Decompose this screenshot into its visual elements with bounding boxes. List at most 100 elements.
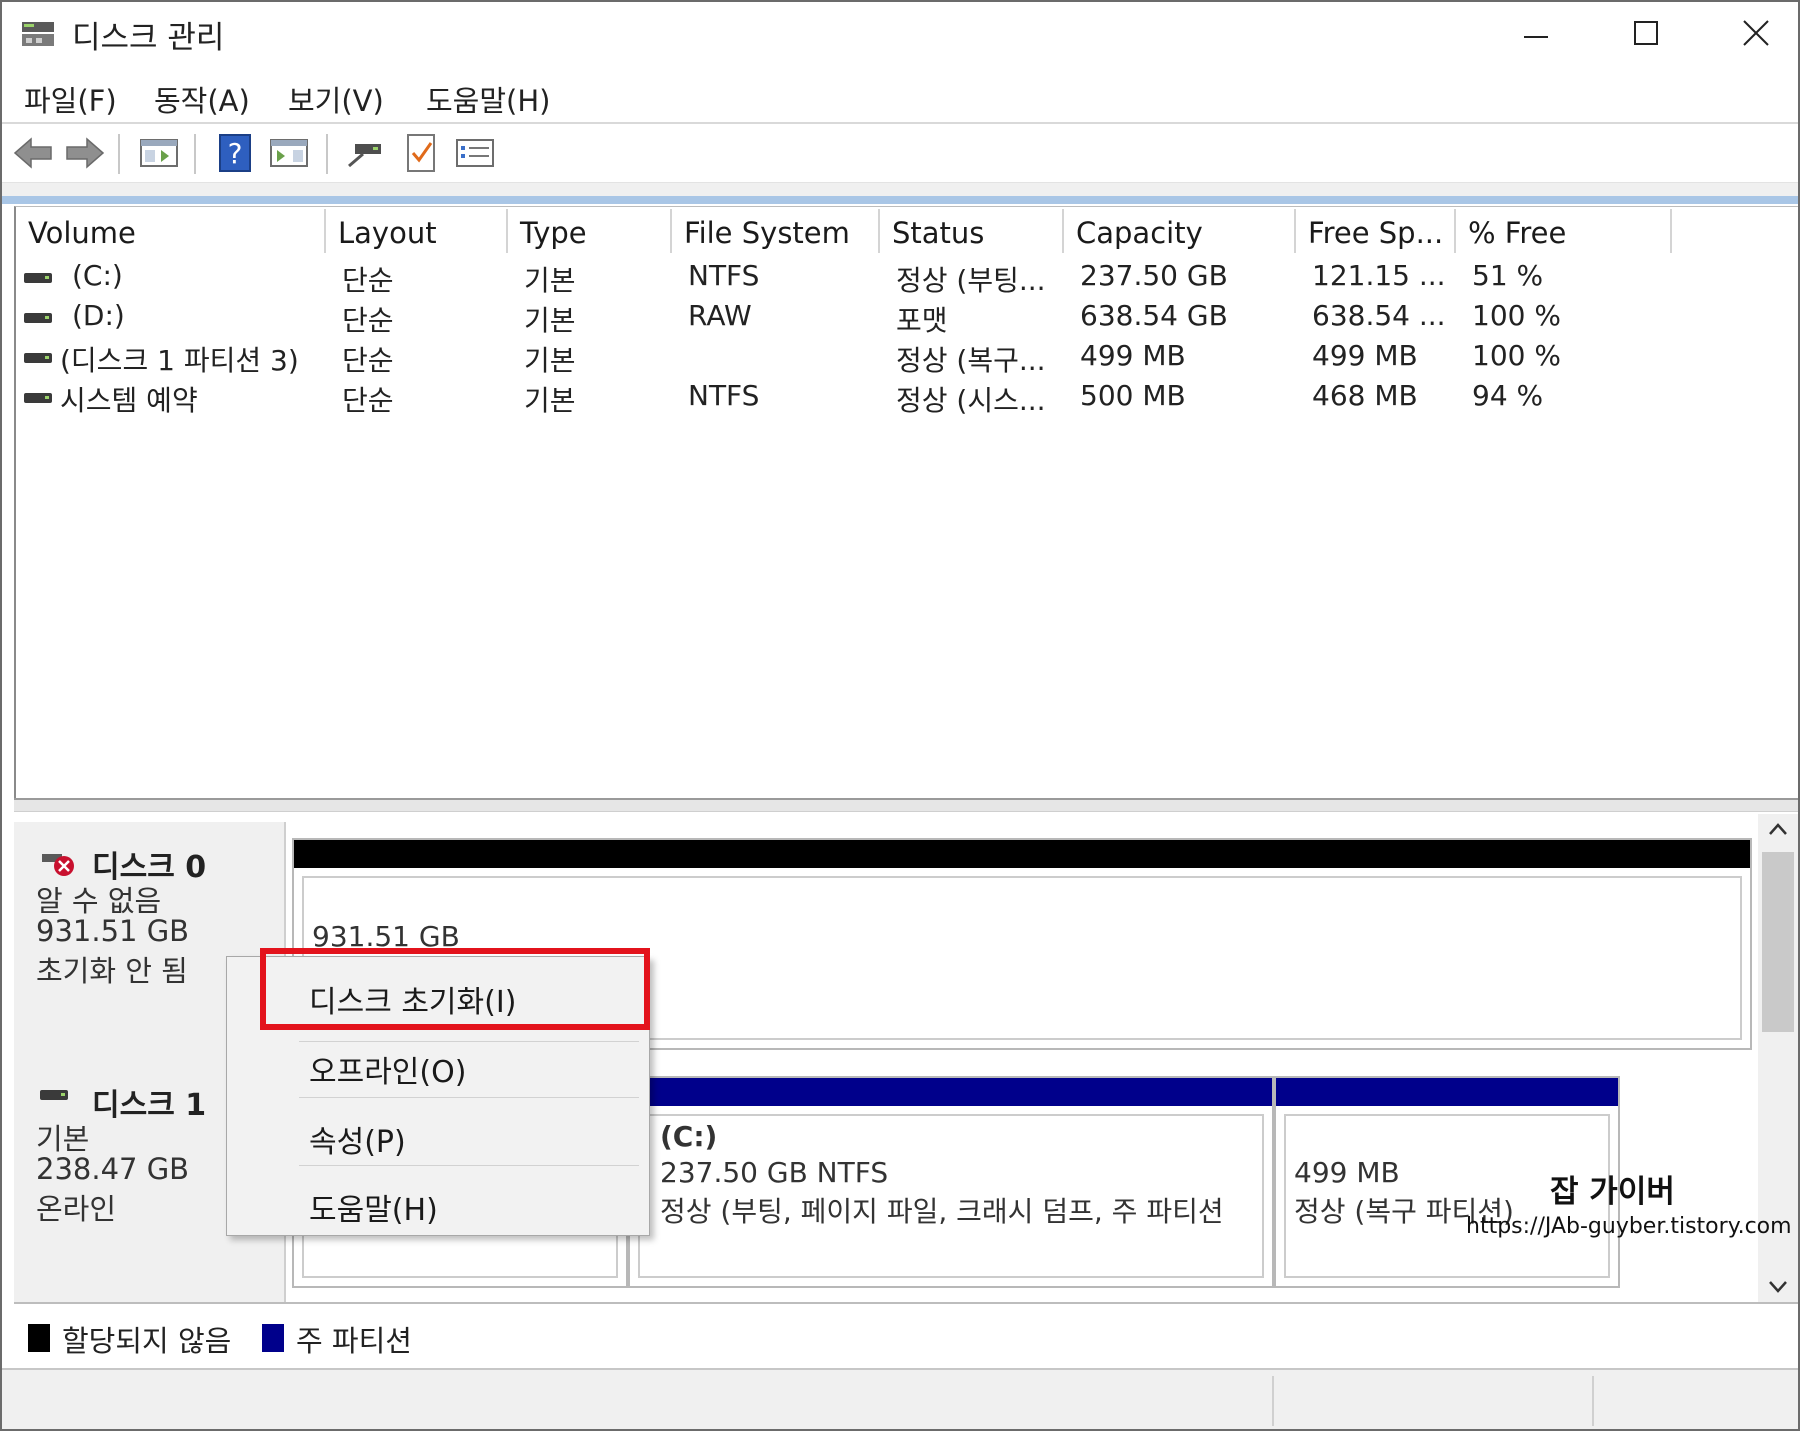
cell-volume: (디스크 1 파티션 3) [60,344,299,377]
disk-management-icon [22,22,54,46]
window-title: 디스크 관리 [72,20,225,56]
column-header-status[interactable]: Status [880,209,1064,253]
menu-item-offline[interactable]: 오프라인(O) [309,1047,466,1091]
menu-action[interactable]: 동작(A) [150,76,254,122]
toolbar-separator [118,134,120,174]
unallocated-swatch [28,1324,50,1352]
menu-bar: 파일(F) 동작(A) 보기(V) 도움말(H) [2,68,1798,122]
minimize-icon [1524,36,1548,38]
cell-layout: 단순 [342,304,394,337]
cell-file-system: NTFS [688,259,760,292]
menu-item-properties[interactable]: 속성(P) [309,1117,406,1161]
maximize-icon [1634,21,1658,45]
checklist-button[interactable] [398,130,444,176]
column-header-layout[interactable]: Layout [326,209,508,253]
primary-partition-swatch [262,1324,284,1352]
disk-1-c-partition[interactable]: (C:) 237.50 GB NTFS 정상 (부팅, 페이지 파일, 크래시 … [628,1076,1274,1288]
primary-partition-bar [1276,1078,1618,1106]
partition-c-name: (C:) [660,1120,718,1153]
table-row[interactable]: (디스크 1 파티션 3) 단순 기본 정상 (복구... 499 MB 499… [16,337,1798,377]
scroll-up-icon[interactable] [1768,822,1788,836]
disk-1-state: 온라인 [36,1192,117,1226]
drive-icon [40,1090,68,1100]
scroll-down-icon[interactable] [1768,1280,1788,1294]
forward-button[interactable] [62,130,108,176]
disk-0-state: 초기화 안 됨 [36,954,188,988]
disk-error-icon [42,854,74,876]
cell-volume: (D:) [72,299,125,332]
cell-file-system: RAW [688,299,752,332]
action-pane-button[interactable] [266,130,312,176]
cell-file-system: NTFS [688,379,760,412]
cell-capacity: 500 MB [1080,379,1186,412]
maximize-button[interactable] [1606,8,1686,58]
svg-text:?: ? [228,137,243,170]
properties-icon [456,139,494,167]
cell-type: 기본 [524,384,576,417]
menu-help[interactable]: 도움말(H) [422,76,554,122]
properties-button[interactable] [452,130,498,176]
minimize-button[interactable] [1496,8,1576,58]
close-button[interactable] [1716,8,1796,58]
menu-divider [2,122,1798,124]
column-header-file-system[interactable]: File System [672,209,880,253]
partition-c-size: 237.50 GB NTFS [660,1156,889,1189]
toolbar: ? [2,126,1798,182]
back-button[interactable] [10,130,56,176]
partition-body: (C:) 237.50 GB NTFS 정상 (부팅, 페이지 파일, 크래시 … [638,1114,1264,1278]
watermark-title: 잡 가이버 [1550,1174,1675,1210]
menu-separator [299,1097,639,1098]
cell-status: 정상 (시스... [896,384,1046,417]
partition-legend: 할당되지 않음 주 파티션 [14,1302,1798,1368]
drive-icon [24,313,52,323]
partition-c-status: 정상 (부팅, 페이지 파일, 크래시 덤프, 주 파티션 [660,1195,1224,1228]
cell-type: 기본 [524,264,576,297]
cell-layout: 단순 [342,344,394,377]
cell-status: 포맷 [896,304,948,337]
pane-accent-bar [2,196,1798,204]
toolbar-separator [194,134,196,174]
status-separator [1272,1376,1274,1426]
legend-unallocated: 할당되지 않음 [62,1324,232,1358]
scrollbar-thumb[interactable] [1762,852,1794,1032]
disk-1-size: 238.47 GB [36,1152,190,1186]
cell-percent-free: 100 % [1472,299,1561,332]
status-bar [2,1368,1798,1429]
menu-file[interactable]: 파일(F) [20,76,121,122]
menu-view[interactable]: 보기(V) [284,76,388,122]
table-row[interactable]: (D:) 단순 기본 RAW 포맷 638.54 GB 638.54 ... 1… [16,297,1798,337]
console-tree-button[interactable] [136,130,182,176]
table-row[interactable]: 시스템 예약 단순 기본 NTFS 정상 (시스... 500 MB 468 M… [16,377,1798,417]
close-icon [1743,20,1769,46]
column-header-capacity[interactable]: Capacity [1064,209,1296,253]
menu-item-help[interactable]: 도움말(H) [309,1185,438,1229]
help-button[interactable]: ? [212,130,258,176]
cell-capacity: 237.50 GB [1080,259,1228,292]
cell-free-space: 499 MB [1312,339,1418,372]
column-header-percent-free[interactable]: % Free [1456,209,1672,253]
status-separator [1592,1376,1594,1426]
legend-primary: 주 파티션 [296,1324,412,1358]
drive-icon [24,353,52,363]
help-icon: ? [219,134,251,172]
column-header-free-space[interactable]: Free Sp... [1296,209,1456,253]
cell-layout: 단순 [342,264,394,297]
disk-management-window: 디스크 관리 파일(F) 동작(A) 보기(V) 도움말(H) ? Volume… [0,0,1800,1431]
pane-splitter[interactable] [14,798,1798,812]
cell-free-space: 468 MB [1312,379,1418,412]
drive-icon [24,273,52,283]
column-header-type[interactable]: Type [508,209,672,253]
connect-button[interactable] [342,130,388,176]
cell-free-space: 638.54 ... [1312,299,1446,332]
table-row[interactable]: (C:) 단순 기본 NTFS 정상 (부팅... 237.50 GB 121.… [16,257,1798,297]
cell-layout: 단순 [342,384,394,417]
disk-0-size: 931.51 GB [36,914,190,948]
disk-1-name: 디스크 1 [92,1088,207,1123]
column-header-volume[interactable]: Volume [16,209,326,253]
cell-capacity: 638.54 GB [1080,299,1228,332]
drive-icon [24,393,52,403]
cell-percent-free: 100 % [1472,339,1561,372]
cell-type: 기본 [524,344,576,377]
back-arrow-icon [13,137,52,169]
connect-drive-icon [348,144,381,168]
